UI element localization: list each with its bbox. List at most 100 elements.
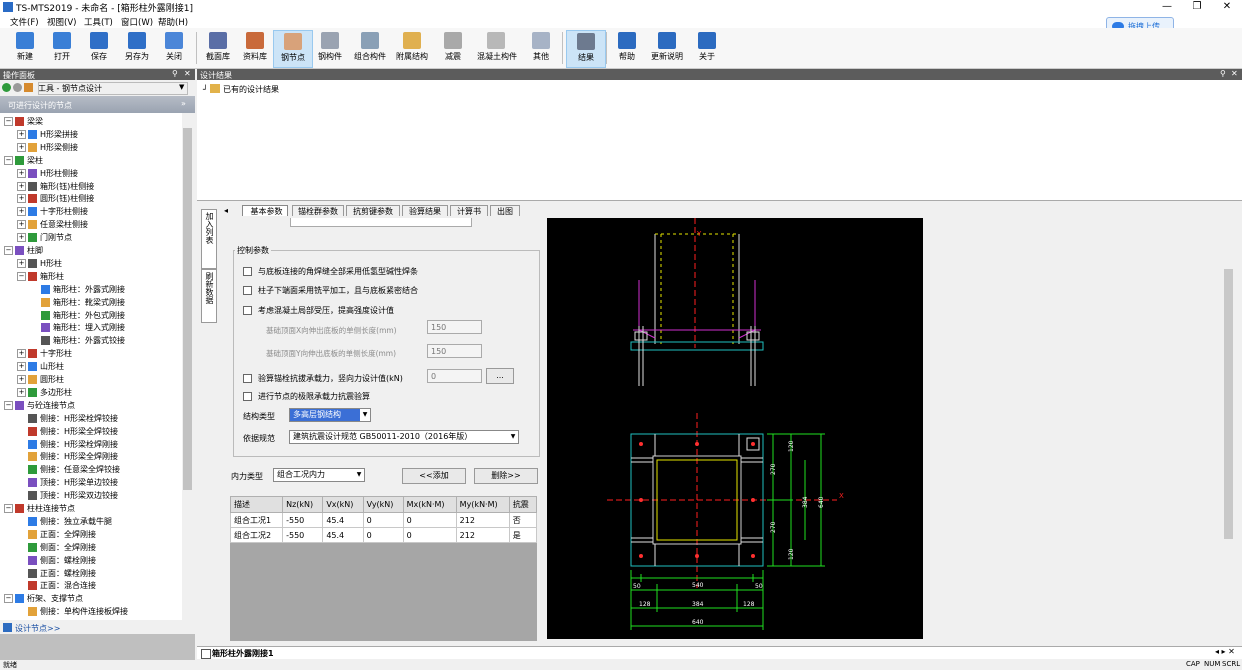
toolbar-other-button[interactable]: 其他 bbox=[522, 30, 560, 66]
table-cell[interactable]: 212 bbox=[455, 527, 510, 543]
checkbox[interactable] bbox=[243, 286, 252, 295]
table-cell[interactable]: 组合工况1 bbox=[229, 512, 284, 528]
expand-icon[interactable]: + bbox=[17, 129, 26, 139]
minimize-button[interactable]: — bbox=[1152, 0, 1182, 14]
toolbar-saveas-button[interactable]: 另存为 bbox=[118, 30, 156, 66]
menu-window[interactable]: 窗口(W) bbox=[121, 16, 153, 28]
toolbar-save-button[interactable]: 保存 bbox=[80, 30, 118, 66]
tree-node[interactable]: − 与砼连接节点 bbox=[4, 400, 75, 412]
table-row[interactable]: 组合工况2 -550 45.4 0 0 212 是 bbox=[229, 527, 538, 543]
menu-tools[interactable]: 工具(T) bbox=[84, 16, 113, 28]
expand-icon[interactable]: + bbox=[17, 349, 26, 359]
collapse-icon[interactable]: − bbox=[4, 117, 13, 126]
toolbar-update-notes-button[interactable]: 更新说明 bbox=[648, 30, 686, 66]
back-icon[interactable] bbox=[2, 83, 11, 92]
tree-node[interactable]: + 圆形柱 bbox=[17, 374, 64, 386]
menu-help[interactable]: 帮助(H) bbox=[158, 16, 188, 28]
tab-scroll-left-icon[interactable]: ◂ bbox=[224, 206, 228, 215]
expand-icon[interactable]: + bbox=[17, 194, 26, 204]
toolbar-open-button[interactable]: 打开 bbox=[43, 30, 81, 66]
toolbar-steel-member-button[interactable]: 钢构件 bbox=[311, 30, 349, 66]
tree-node[interactable]: + 十字形柱侧接 bbox=[17, 206, 88, 218]
table-cell[interactable]: 45.4 bbox=[322, 512, 364, 528]
check-local-compression[interactable]: 考虑混凝土局部受压，提高强度设计值 bbox=[243, 305, 394, 316]
tree-node[interactable]: 侧接：单构件连接板焊接 bbox=[17, 606, 128, 618]
expand-icon[interactable]: + bbox=[17, 181, 26, 191]
expand-icon[interactable]: + bbox=[17, 220, 26, 230]
result-node[interactable]: 已有的设计结果 bbox=[223, 84, 279, 95]
ext-y-input[interactable]: 150 bbox=[427, 344, 482, 358]
pin-icon[interactable]: ⚲ bbox=[1220, 69, 1226, 78]
table-cell[interactable]: -550 bbox=[282, 527, 324, 543]
home-icon[interactable] bbox=[24, 83, 33, 92]
tree-node[interactable]: − 梁梁 bbox=[4, 116, 43, 128]
tree-node[interactable]: 正面：混合连接 bbox=[17, 580, 96, 592]
table-cell[interactable]: 212 bbox=[455, 512, 510, 528]
pin-icon[interactable]: ⚲ bbox=[172, 69, 178, 78]
tree-node[interactable]: 箱形柱：外露式刚接 bbox=[30, 284, 125, 296]
toolbar-result-button[interactable]: 结果 bbox=[566, 30, 606, 68]
toolbar-composite-member-button[interactable]: 组合构件 bbox=[351, 30, 389, 66]
expand-icon[interactable]: + bbox=[17, 362, 26, 372]
tree-node[interactable]: + 任意梁柱侧接 bbox=[17, 219, 88, 231]
expand-icon[interactable]: + bbox=[17, 168, 26, 178]
tree-node[interactable]: 正面：螺栓刚接 bbox=[17, 568, 96, 580]
collapse-icon[interactable]: − bbox=[4, 400, 13, 410]
toolbar-data-library-button[interactable]: 资料库 bbox=[236, 30, 274, 66]
add-to-list-tab[interactable]: 加入列表 bbox=[201, 209, 217, 269]
tree-node[interactable]: 箱形柱：外露式铰接 bbox=[30, 335, 125, 347]
tree-node[interactable]: 侧接：独立承载牛腿 bbox=[17, 516, 112, 528]
ext-x-input[interactable]: 150 bbox=[427, 320, 482, 334]
expand-icon[interactable]: + bbox=[17, 233, 26, 243]
tree-node[interactable]: 侧接：H形梁全焊铰接 bbox=[17, 426, 118, 438]
document-tab[interactable]: 箱形柱外露刚接1 bbox=[212, 648, 274, 659]
tool-path-select[interactable] bbox=[38, 82, 188, 95]
check-milled-end[interactable]: 柱子下端面采用铣平加工，且与底板紧密结合 bbox=[243, 285, 418, 296]
tree-node[interactable]: + H形梁侧接 bbox=[17, 142, 78, 154]
menu-view[interactable]: 视图(V) bbox=[47, 16, 76, 28]
check-ultimate-capacity[interactable]: 进行节点的极限承载力抗震验算 bbox=[243, 391, 370, 402]
toolbar-help-button[interactable]: 帮助 bbox=[608, 30, 646, 66]
tree-node[interactable]: − 梁柱 bbox=[4, 155, 43, 167]
design-node-link[interactable]: 设计节点>> bbox=[15, 623, 60, 634]
toolbar-about-button[interactable]: 关于 bbox=[688, 30, 726, 66]
add-button[interactable]: <<添加 bbox=[402, 468, 466, 484]
refresh-data-tab[interactable]: 刷新数据 bbox=[201, 269, 217, 323]
table-cell[interactable]: 组合工况2 bbox=[229, 527, 284, 543]
maximize-button[interactable]: ❐ bbox=[1182, 0, 1212, 14]
expand-icon[interactable]: + bbox=[17, 258, 26, 268]
tree-node[interactable]: 箱形柱：埋入式刚接 bbox=[30, 322, 125, 334]
collapse-icon[interactable]: − bbox=[4, 246, 13, 255]
expand-icon[interactable]: + bbox=[17, 207, 26, 217]
tree-node[interactable]: 顶接：H形梁单边铰接 bbox=[17, 477, 118, 489]
tree-node[interactable]: + H形梁拼接 bbox=[17, 129, 78, 141]
toolbar-steel-joint-button[interactable]: 钢节点 bbox=[273, 30, 313, 68]
expand-icon[interactable]: + bbox=[17, 142, 26, 152]
collapse-icon[interactable]: − bbox=[4, 155, 13, 165]
force-type-select[interactable]: 组合工况内力 ▼ bbox=[273, 468, 365, 482]
form-scroll-thumb[interactable] bbox=[1224, 269, 1233, 539]
table-cell[interactable]: 0 bbox=[402, 527, 457, 543]
toolbar-concrete-button[interactable]: 混凝土构件 bbox=[477, 30, 517, 66]
checkbox[interactable] bbox=[243, 306, 252, 315]
expand-icon[interactable]: + bbox=[17, 387, 26, 397]
toolbar-auxiliary-button[interactable]: 附属结构 bbox=[393, 30, 431, 66]
table-cell[interactable]: -550 bbox=[282, 512, 324, 528]
tree-node[interactable]: 侧接：H形梁栓焊铰接 bbox=[17, 413, 118, 425]
delete-button[interactable]: 删除>> bbox=[474, 468, 538, 484]
close-button[interactable]: ✕ bbox=[1212, 0, 1242, 14]
tree-node[interactable]: 侧接：任意梁全焊铰接 bbox=[17, 464, 120, 476]
table-cell[interactable]: 0 bbox=[402, 512, 457, 528]
tree-scroll-thumb[interactable] bbox=[183, 128, 192, 490]
panel-close-icon[interactable]: ✕ bbox=[1231, 69, 1238, 78]
pull-force-ellipsis-button[interactable]: ... bbox=[486, 368, 514, 384]
table-cell[interactable]: 0 bbox=[362, 512, 404, 528]
pull-force-input[interactable]: 0 bbox=[427, 369, 482, 383]
tree-node[interactable]: 顶接：H形梁双边铰接 bbox=[17, 490, 118, 502]
menu-file[interactable]: 文件(F) bbox=[10, 16, 39, 28]
tree-node[interactable]: − 柱脚 bbox=[4, 245, 43, 257]
tree-node[interactable]: 侧面：螺栓刚接 bbox=[17, 555, 96, 567]
toolbar-new-button[interactable]: 新建 bbox=[6, 30, 44, 66]
table-cell[interactable]: 是 bbox=[508, 527, 538, 543]
tree-node[interactable]: − 桁架、支撑节点 bbox=[4, 593, 83, 605]
